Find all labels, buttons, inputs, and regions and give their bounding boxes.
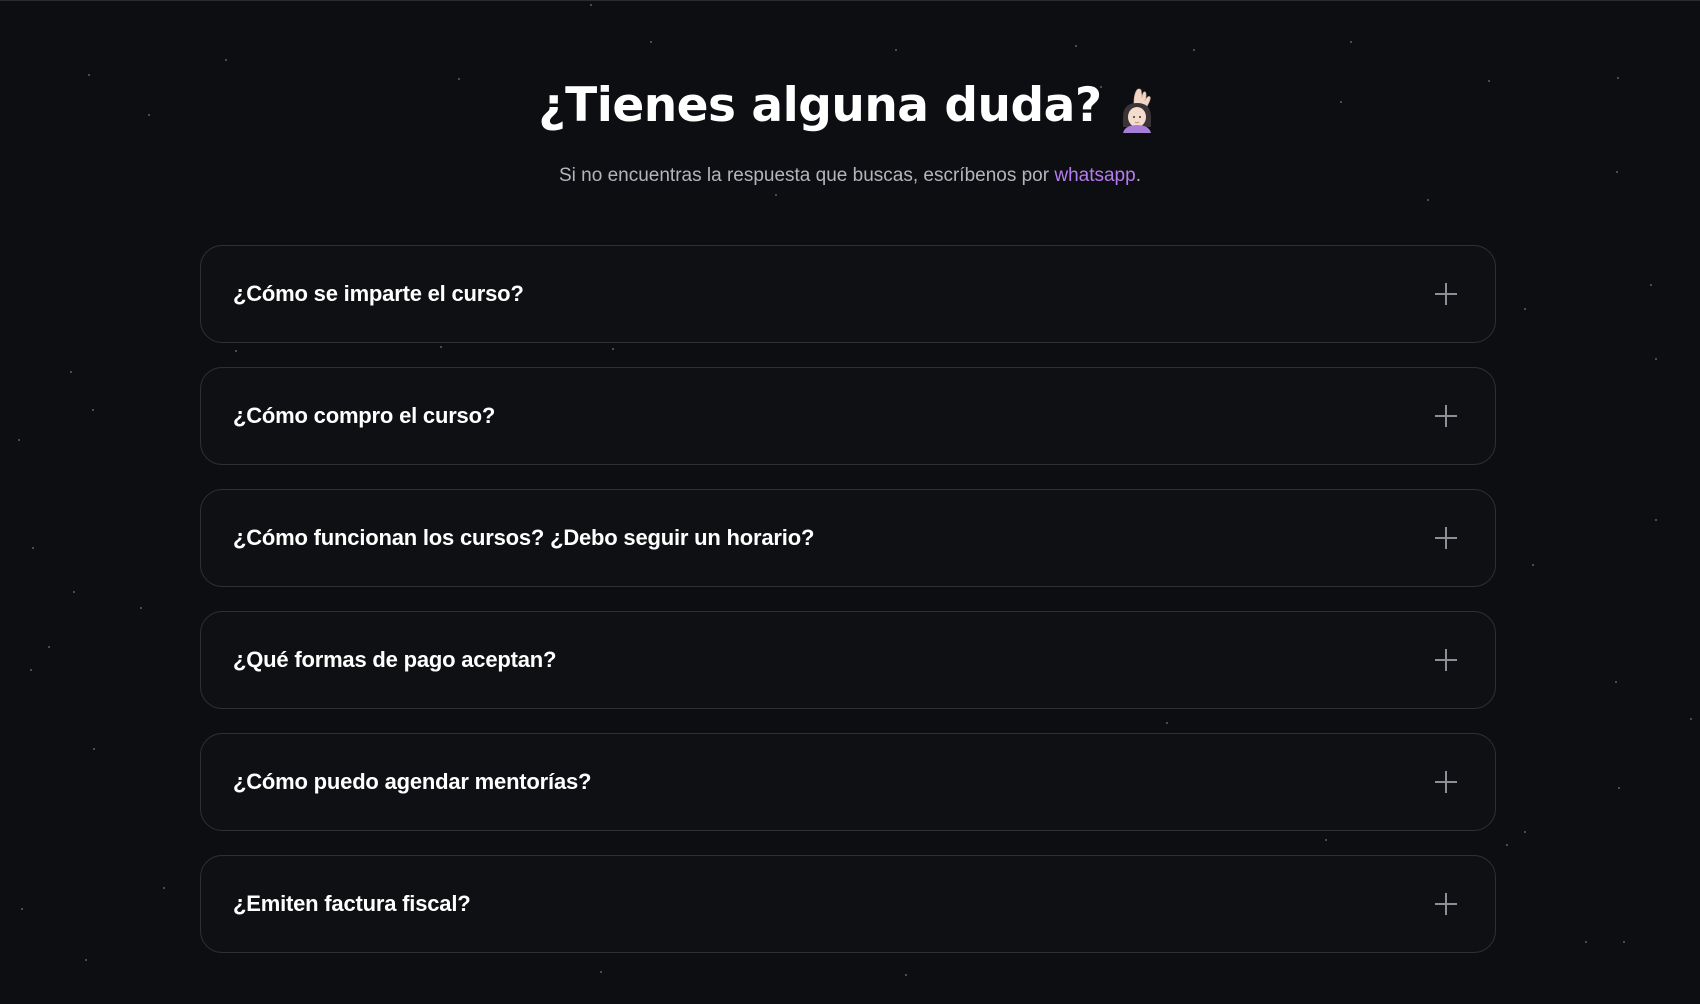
- faq-accordion: ¿Cómo se imparte el curso? ¿Cómo compro …: [200, 245, 1496, 953]
- star-dot: [1650, 284, 1652, 286]
- star-dot: [21, 908, 23, 910]
- faq-item[interactable]: ¿Cómo puedo agendar mentorías?: [200, 733, 1496, 831]
- subtitle-text: Si no encuentras la respuesta que buscas…: [559, 165, 1055, 186]
- page-title: ¿Tienes alguna duda?: [538, 71, 1161, 141]
- star-dot: [1506, 844, 1508, 846]
- star-dot: [895, 49, 897, 51]
- star-dot: [93, 748, 95, 750]
- star-dot: [1618, 787, 1620, 789]
- star-dot: [163, 887, 165, 889]
- star-dot: [1655, 519, 1657, 521]
- whatsapp-link[interactable]: whatsapp: [1054, 165, 1135, 186]
- page-title-text: ¿Tienes alguna duda?: [538, 78, 1102, 133]
- star-dot: [48, 646, 50, 648]
- faq-question: ¿Cómo funcionan los cursos? ¿Debo seguir…: [233, 525, 815, 550]
- star-dot: [92, 409, 94, 411]
- star-dot: [1193, 49, 1195, 51]
- star-dot: [1585, 941, 1587, 943]
- subtitle-period: .: [1135, 165, 1141, 186]
- faq-question: ¿Cómo se imparte el curso?: [233, 281, 524, 306]
- plus-icon[interactable]: [1435, 893, 1457, 915]
- faq-header: ¿Tienes alguna duda? Si no encuentras la…: [0, 71, 1700, 189]
- star-dot: [1350, 41, 1352, 43]
- star-dot: [140, 607, 142, 609]
- star-dot: [1690, 718, 1692, 720]
- star-dot: [1615, 681, 1617, 683]
- faq-question: ¿Cómo compro el curso?: [233, 403, 496, 428]
- faq-item[interactable]: ¿Cómo se imparte el curso?: [200, 245, 1496, 343]
- star-dot: [1623, 941, 1625, 943]
- star-dot: [1532, 564, 1534, 566]
- star-dot: [225, 59, 227, 61]
- star-dot: [73, 591, 75, 593]
- star-dot: [1655, 358, 1657, 360]
- star-dot: [85, 959, 87, 961]
- faq-question: ¿Emiten factura fiscal?: [233, 891, 471, 916]
- faq-question: ¿Qué formas de pago aceptan?: [233, 647, 557, 672]
- plus-icon[interactable]: [1435, 527, 1457, 549]
- star-dot: [1427, 199, 1429, 201]
- star-dot: [32, 547, 34, 549]
- star-dot: [1524, 831, 1526, 833]
- star-dot: [30, 669, 32, 671]
- faq-item[interactable]: ¿Qué formas de pago aceptan?: [200, 611, 1496, 709]
- faq-item[interactable]: ¿Cómo funcionan los cursos? ¿Debo seguir…: [200, 489, 1496, 587]
- plus-icon[interactable]: [1435, 649, 1457, 671]
- star-dot: [1524, 308, 1526, 310]
- faq-item[interactable]: ¿Cómo compro el curso?: [200, 367, 1496, 465]
- star-dot: [18, 439, 20, 441]
- star-dot: [600, 971, 602, 973]
- star-dot: [70, 371, 72, 373]
- star-dot: [650, 41, 652, 43]
- star-dot: [905, 974, 907, 976]
- plus-icon[interactable]: [1435, 283, 1457, 305]
- plus-icon[interactable]: [1435, 771, 1457, 793]
- star-dot: [1075, 45, 1077, 47]
- faq-page: ¿Tienes alguna duda? Si no encuentras la…: [0, 0, 1700, 1004]
- faq-question: ¿Cómo puedo agendar mentorías?: [233, 769, 592, 794]
- page-subtitle: Si no encuentras la respuesta que buscas…: [0, 163, 1700, 189]
- faq-item[interactable]: ¿Emiten factura fiscal?: [200, 855, 1496, 953]
- raising-hand-woman-emoji-icon: [1116, 83, 1162, 133]
- star-dot: [775, 194, 777, 196]
- star-dot: [590, 4, 592, 6]
- plus-icon[interactable]: [1435, 405, 1457, 427]
